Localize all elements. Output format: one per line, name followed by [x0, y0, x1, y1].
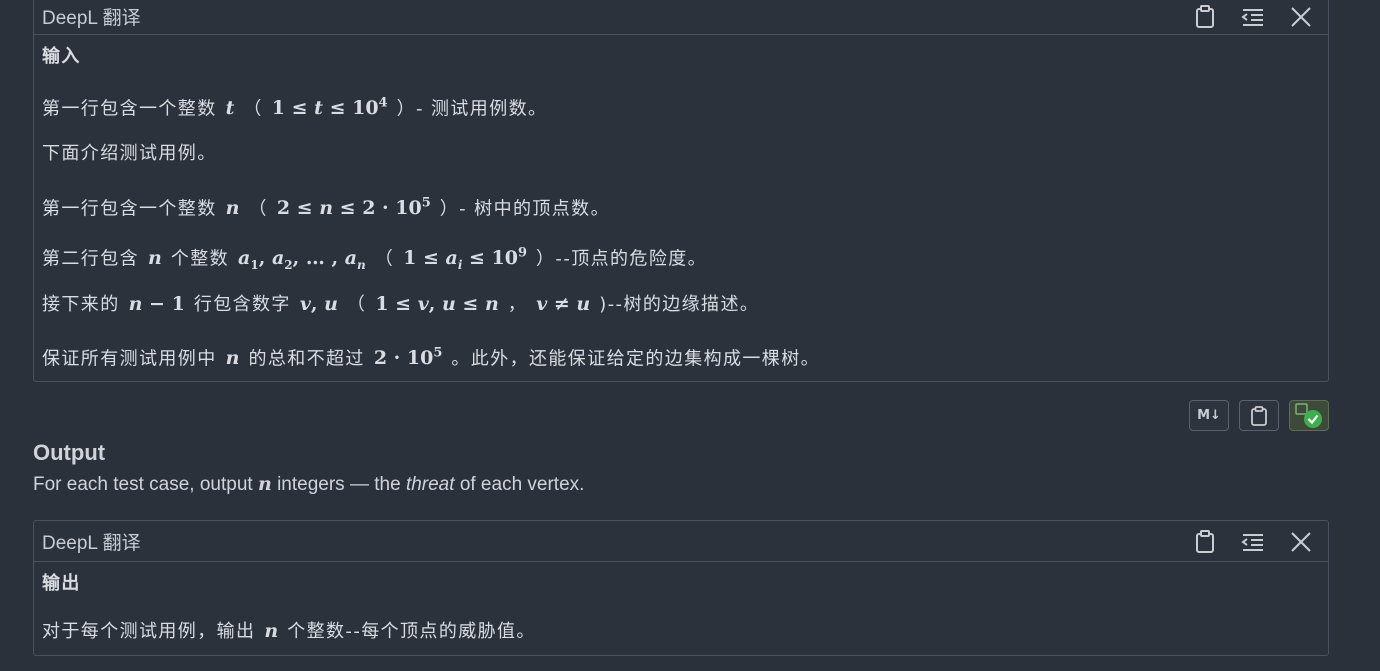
close-button[interactable] [1286, 2, 1316, 32]
math-var: n [225, 197, 240, 220]
math-constraint: 1 ≤ v, u ≤ n [375, 293, 499, 315]
text: of each vertex. [459, 474, 585, 495]
text: 对于每个测试用例，输出 [42, 621, 256, 642]
panel-body: 输出 对于每个测试用例，输出 n 个整数--每个顶点的威胁值。 [34, 562, 1328, 656]
text: （ [243, 98, 263, 120]
math-constraint: 1 ≤ ai ≤ 109 [403, 246, 528, 273]
input-line-6: 保证所有测试用例中 n 的总和不超过 2 · 105 。此外，还能保证给定的边集构成一棵… [42, 329, 1320, 379]
text: （ [346, 294, 367, 315]
text: 接下来的 [42, 294, 120, 315]
clipboard-icon [1196, 5, 1214, 28]
input-line-2: 下面介绍测试用例。 [42, 143, 217, 164]
close-icon [1291, 7, 1311, 27]
text: 个整数--每个顶点的威胁值。 [287, 621, 536, 642]
format-button[interactable] [1238, 2, 1268, 32]
text: 第一行包含一个整数 [42, 98, 217, 120]
translate-button[interactable] [1289, 400, 1329, 431]
math-vars: v, u [299, 293, 338, 315]
deepl-translation-panel-output: DeepL 翻译 输出 对于每个测试用例，输出 n 个整数--每个顶点的威胁值。 [33, 520, 1329, 656]
input-line-5: 接下来的 n − 1 行包含数字 v, u （ 1 ≤ v, u ≤ n ， v ≠ u )--… [42, 279, 1320, 329]
section-heading: 输出 [42, 573, 81, 594]
input-line-3: 第一行包含一个整数 n （ 2 ≤ n ≤ 2 · 105 ）- 树中的顶点数。 [42, 179, 1320, 229]
section-heading: 输入 [42, 46, 81, 67]
text: 个整数 [170, 248, 230, 270]
copy-button[interactable] [1190, 527, 1220, 557]
markdown-icon: M↓ [1197, 408, 1221, 423]
text: 保证所有测试用例中 [42, 348, 217, 370]
text: 第一行包含一个整数 [42, 198, 217, 220]
emphasis-text: threat [405, 474, 455, 495]
math-var: n [264, 620, 279, 642]
action-button-row: M↓ [1189, 400, 1329, 431]
format-button[interactable] [1238, 527, 1268, 557]
input-line-1: 第一行包含一个整数 t （ 1 ≤ t ≤ 104 ）- 测试用例数。 [42, 79, 1320, 129]
math-constraint: 2 ≤ n ≤ 2 · 105 [276, 196, 431, 220]
math-var: n [257, 473, 272, 495]
panel-header: DeepL 翻译 [34, 521, 1328, 562]
page: DeepL 翻译 输入 第一行包含一个整数 t （ 1 ≤ t ≤ 104 ）-… [0, 0, 1380, 671]
panel-title: DeepL 翻译 [42, 532, 141, 554]
markdown-button[interactable]: M↓ [1189, 400, 1229, 431]
math-var: t [225, 97, 235, 120]
text: For each test case, output [33, 474, 253, 495]
math-expr: 2 · 105 [373, 346, 443, 370]
math-expr: n − 1 [128, 293, 185, 315]
panel-body: 输入 第一行包含一个整数 t （ 1 ≤ t ≤ 104 ）- 测试用例数。 下面介绍测… [34, 35, 1328, 379]
text: 第二行包含 [42, 248, 139, 270]
clipboard-icon [1196, 529, 1214, 553]
panel-tools [1190, 521, 1316, 562]
close-button[interactable] [1286, 527, 1316, 557]
indent-icon [1241, 533, 1263, 551]
text: ）- 测试用例数。 [396, 98, 548, 120]
clipboard-icon [1251, 405, 1267, 426]
deepl-translation-panel-input: DeepL 翻译 输入 第一行包含一个整数 t （ 1 ≤ t ≤ 104 ）-… [33, 0, 1329, 382]
translate-check-icon [1295, 402, 1322, 428]
output-description: For each test case, output n integers — … [33, 473, 584, 496]
text: integers — the [277, 474, 401, 495]
math-sequence: a1, a2, … , an [238, 247, 366, 273]
math-var: n [148, 247, 162, 270]
math-constraint: v ≠ u [536, 293, 591, 315]
copy-button[interactable] [1190, 2, 1220, 32]
close-icon [1291, 531, 1311, 552]
math-var: n [225, 347, 240, 370]
output-section-title: Output [33, 440, 106, 465]
output-line-1: 对于每个测试用例，输出 n 个整数--每个顶点的威胁值。 [42, 606, 1320, 656]
panel-tools [1190, 0, 1316, 35]
text: （ [248, 198, 268, 220]
text: ）- 树中的顶点数。 [439, 198, 610, 220]
text: )--树的边缘描述。 [599, 294, 760, 315]
copy-output-button[interactable] [1239, 400, 1279, 431]
text: ， [507, 294, 528, 315]
input-line-4: 第二行包含 n 个整数 a1, a2, … , an （ 1 ≤ ai ≤ 109 ）--顶… [42, 229, 1320, 279]
panel-header: DeepL 翻译 [34, 0, 1328, 35]
text: 的总和不超过 [248, 348, 365, 370]
text: 。此外，还能保证给定的边集构成一棵树。 [451, 348, 821, 370]
text: （ [374, 248, 395, 270]
text: 行包含数字 [193, 294, 291, 315]
math-constraint: 1 ≤ t ≤ 104 [271, 96, 388, 120]
indent-icon [1241, 9, 1263, 26]
panel-title: DeepL 翻译 [42, 8, 141, 29]
text: ）--顶点的危险度。 [536, 248, 708, 270]
